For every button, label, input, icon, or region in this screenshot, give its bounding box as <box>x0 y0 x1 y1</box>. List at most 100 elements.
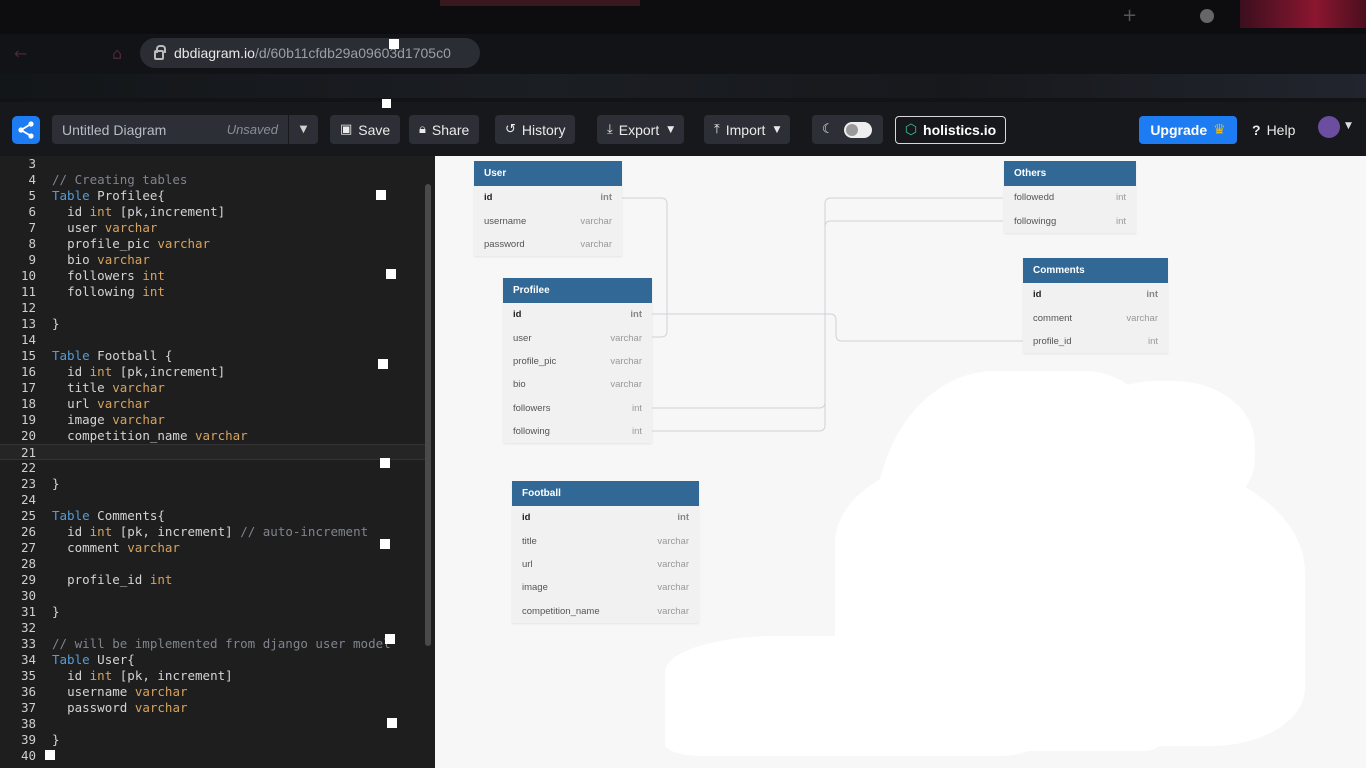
code-line[interactable]: 5 Table Profilee{ <box>0 188 425 204</box>
code-text: username varchar <box>67 684 188 699</box>
code-line[interactable]: 30 <box>0 588 425 604</box>
code-line[interactable]: 25 Table Comments{ <box>0 508 425 524</box>
table-field-row[interactable]: bio varchar <box>503 373 652 396</box>
import-button[interactable]: ⤒ Import ▼ <box>704 115 791 144</box>
code-line[interactable]: 28 <box>0 556 425 572</box>
question-icon: ? <box>1252 122 1261 138</box>
code-line[interactable]: 17 title varchar <box>0 380 425 396</box>
table-others[interactable]: Others followedd int followingg int <box>1004 161 1136 233</box>
code-line[interactable]: 40 <box>0 748 425 764</box>
code-line[interactable]: 31} <box>0 604 425 620</box>
table-field-row[interactable]: id int <box>1023 283 1168 306</box>
code-line[interactable]: 14 <box>0 332 425 348</box>
code-line[interactable]: 38 <box>0 716 425 732</box>
dbdiagram-logo[interactable] <box>12 116 40 144</box>
code-line[interactable]: 18 url varchar <box>0 396 425 412</box>
code-line[interactable]: 3 <box>0 156 425 172</box>
code-line[interactable]: 16 id int [pk,increment] <box>0 364 425 380</box>
code-line[interactable]: 19 image varchar <box>0 412 425 428</box>
holistics-link[interactable]: ⬡ holistics.io <box>895 116 1006 144</box>
toggle-switch[interactable] <box>843 121 872 138</box>
code-line[interactable]: 13} <box>0 316 425 332</box>
code-line[interactable]: 29 profile_id int <box>0 572 425 588</box>
table-field-row[interactable]: title varchar <box>512 529 699 552</box>
code-line[interactable]: 37 password varchar <box>0 700 425 716</box>
code-line[interactable]: 22 <box>0 460 425 476</box>
code-editor[interactable]: 3 4// Creating tables 5 Table Profilee{6 id… <box>0 156 435 768</box>
chevron-down-icon[interactable]: ▼ <box>1345 121 1352 131</box>
table-field-row[interactable]: followers int <box>503 397 652 420</box>
table-header[interactable]: Others <box>1004 161 1136 186</box>
diagram-canvas[interactable]: User id int username varchar password varchar … <box>435 156 1366 768</box>
table-field-row[interactable]: id int <box>474 186 622 209</box>
code-line[interactable]: 15 Table Football { <box>0 348 425 364</box>
code-line[interactable]: 32 <box>0 620 425 636</box>
table-field-row[interactable]: followingg int <box>1004 209 1136 232</box>
code-line[interactable]: 27 comment varchar <box>0 540 425 556</box>
code-line[interactable]: 10 followers int <box>0 268 425 284</box>
table-field-row[interactable]: followedd int <box>1004 186 1136 209</box>
table-header[interactable]: Comments <box>1023 258 1168 283</box>
save-button[interactable]: ▣ Save <box>330 115 401 144</box>
url-field[interactable]: dbdiagram.io/d/60b11cfdb29a09603d1705c0 <box>140 38 480 68</box>
table-field-row[interactable]: id int <box>503 303 652 326</box>
table-header[interactable]: User <box>474 161 622 186</box>
code-line[interactable]: 7 user varchar <box>0 220 425 236</box>
help-button[interactable]: ? Help <box>1252 122 1295 138</box>
table-header[interactable]: Profilee <box>503 278 652 303</box>
code-text: image varchar <box>67 412 165 427</box>
code-line[interactable]: 11 following int <box>0 284 425 300</box>
code-line[interactable]: 4 // Creating tables <box>0 172 425 188</box>
code-line[interactable]: 12 <box>0 300 425 316</box>
code-line[interactable]: 36 username varchar <box>0 684 425 700</box>
table-comments[interactable]: Comments id int comment varchar profile_id int <box>1023 258 1168 354</box>
code-line[interactable]: 9 bio varchar <box>0 252 425 268</box>
code-line[interactable]: 21 <box>0 444 425 460</box>
artifact <box>386 269 396 279</box>
upgrade-button[interactable]: Upgrade ♛ <box>1139 116 1237 144</box>
code-line[interactable]: 35 id int [pk, increment] <box>0 668 425 684</box>
table-field-row[interactable]: username varchar <box>474 209 622 232</box>
share-button[interactable]: 🔒︎ Share <box>409 115 480 144</box>
table-field-row[interactable]: image varchar <box>512 576 699 599</box>
code-line[interactable]: 24 <box>0 492 425 508</box>
table-football[interactable]: Football id int title varchar url varchar image… <box>512 481 699 623</box>
code-line[interactable]: 39} <box>0 732 425 748</box>
history-button[interactable]: ↺ History <box>495 115 576 144</box>
avatar[interactable] <box>1318 116 1340 138</box>
table-field-row[interactable]: id int <box>512 506 699 529</box>
code-line[interactable]: 8 profile_pic varchar <box>0 236 425 252</box>
editor-scrollbar[interactable] <box>425 184 431 646</box>
code-line[interactable]: 26 id int [pk, increment] // auto-increm… <box>0 524 425 540</box>
code-text: } <box>52 476 60 491</box>
code-line[interactable]: 33 // will be implemented from django use… <box>0 636 425 652</box>
table-field-row[interactable]: password varchar <box>474 233 622 256</box>
back-icon[interactable]: ← <box>14 44 32 63</box>
code-line[interactable]: 6 id int [pk,increment] <box>0 204 425 220</box>
line-number: 27 <box>20 540 36 555</box>
dark-mode-toggle[interactable]: ☾ <box>812 115 883 144</box>
table-field-row[interactable]: profile_id int <box>1023 330 1168 353</box>
export-button[interactable]: ⤓ Export ▼ <box>597 115 685 144</box>
diagram-menu-button[interactable]: ▼ <box>289 115 318 144</box>
table-field-row[interactable]: url varchar <box>512 553 699 576</box>
table-profilee[interactable]: Profilee id int user varchar profile_pic varch… <box>503 278 652 444</box>
url-domain: dbdiagram.io <box>174 45 255 61</box>
new-tab-icon[interactable]: + <box>1122 5 1137 26</box>
code-line[interactable]: 20 competition_name varchar <box>0 428 425 444</box>
home-icon[interactable]: ⌂ <box>112 44 130 63</box>
code-line[interactable]: 34 Table User{ <box>0 652 425 668</box>
table-field-row[interactable]: competition_name varchar <box>512 600 699 623</box>
table-field-row[interactable]: profile_pic varchar <box>503 350 652 373</box>
table-field-row[interactable]: comment varchar <box>1023 306 1168 329</box>
code-text: title varchar <box>67 380 165 395</box>
holistics-logo-icon: ⬡ <box>904 122 918 138</box>
code-line[interactable]: 23} <box>0 476 425 492</box>
browser-profile-icon[interactable] <box>1200 9 1214 23</box>
table-user[interactable]: User id int username varchar password varchar <box>474 161 622 257</box>
table-field-row[interactable]: user varchar <box>503 326 652 349</box>
table-header[interactable]: Football <box>512 481 699 506</box>
table-field-row[interactable]: following int <box>503 420 652 443</box>
diagram-name-field[interactable]: Untitled Diagram Unsaved <box>52 115 288 144</box>
code-text: profile_pic varchar <box>67 236 211 251</box>
